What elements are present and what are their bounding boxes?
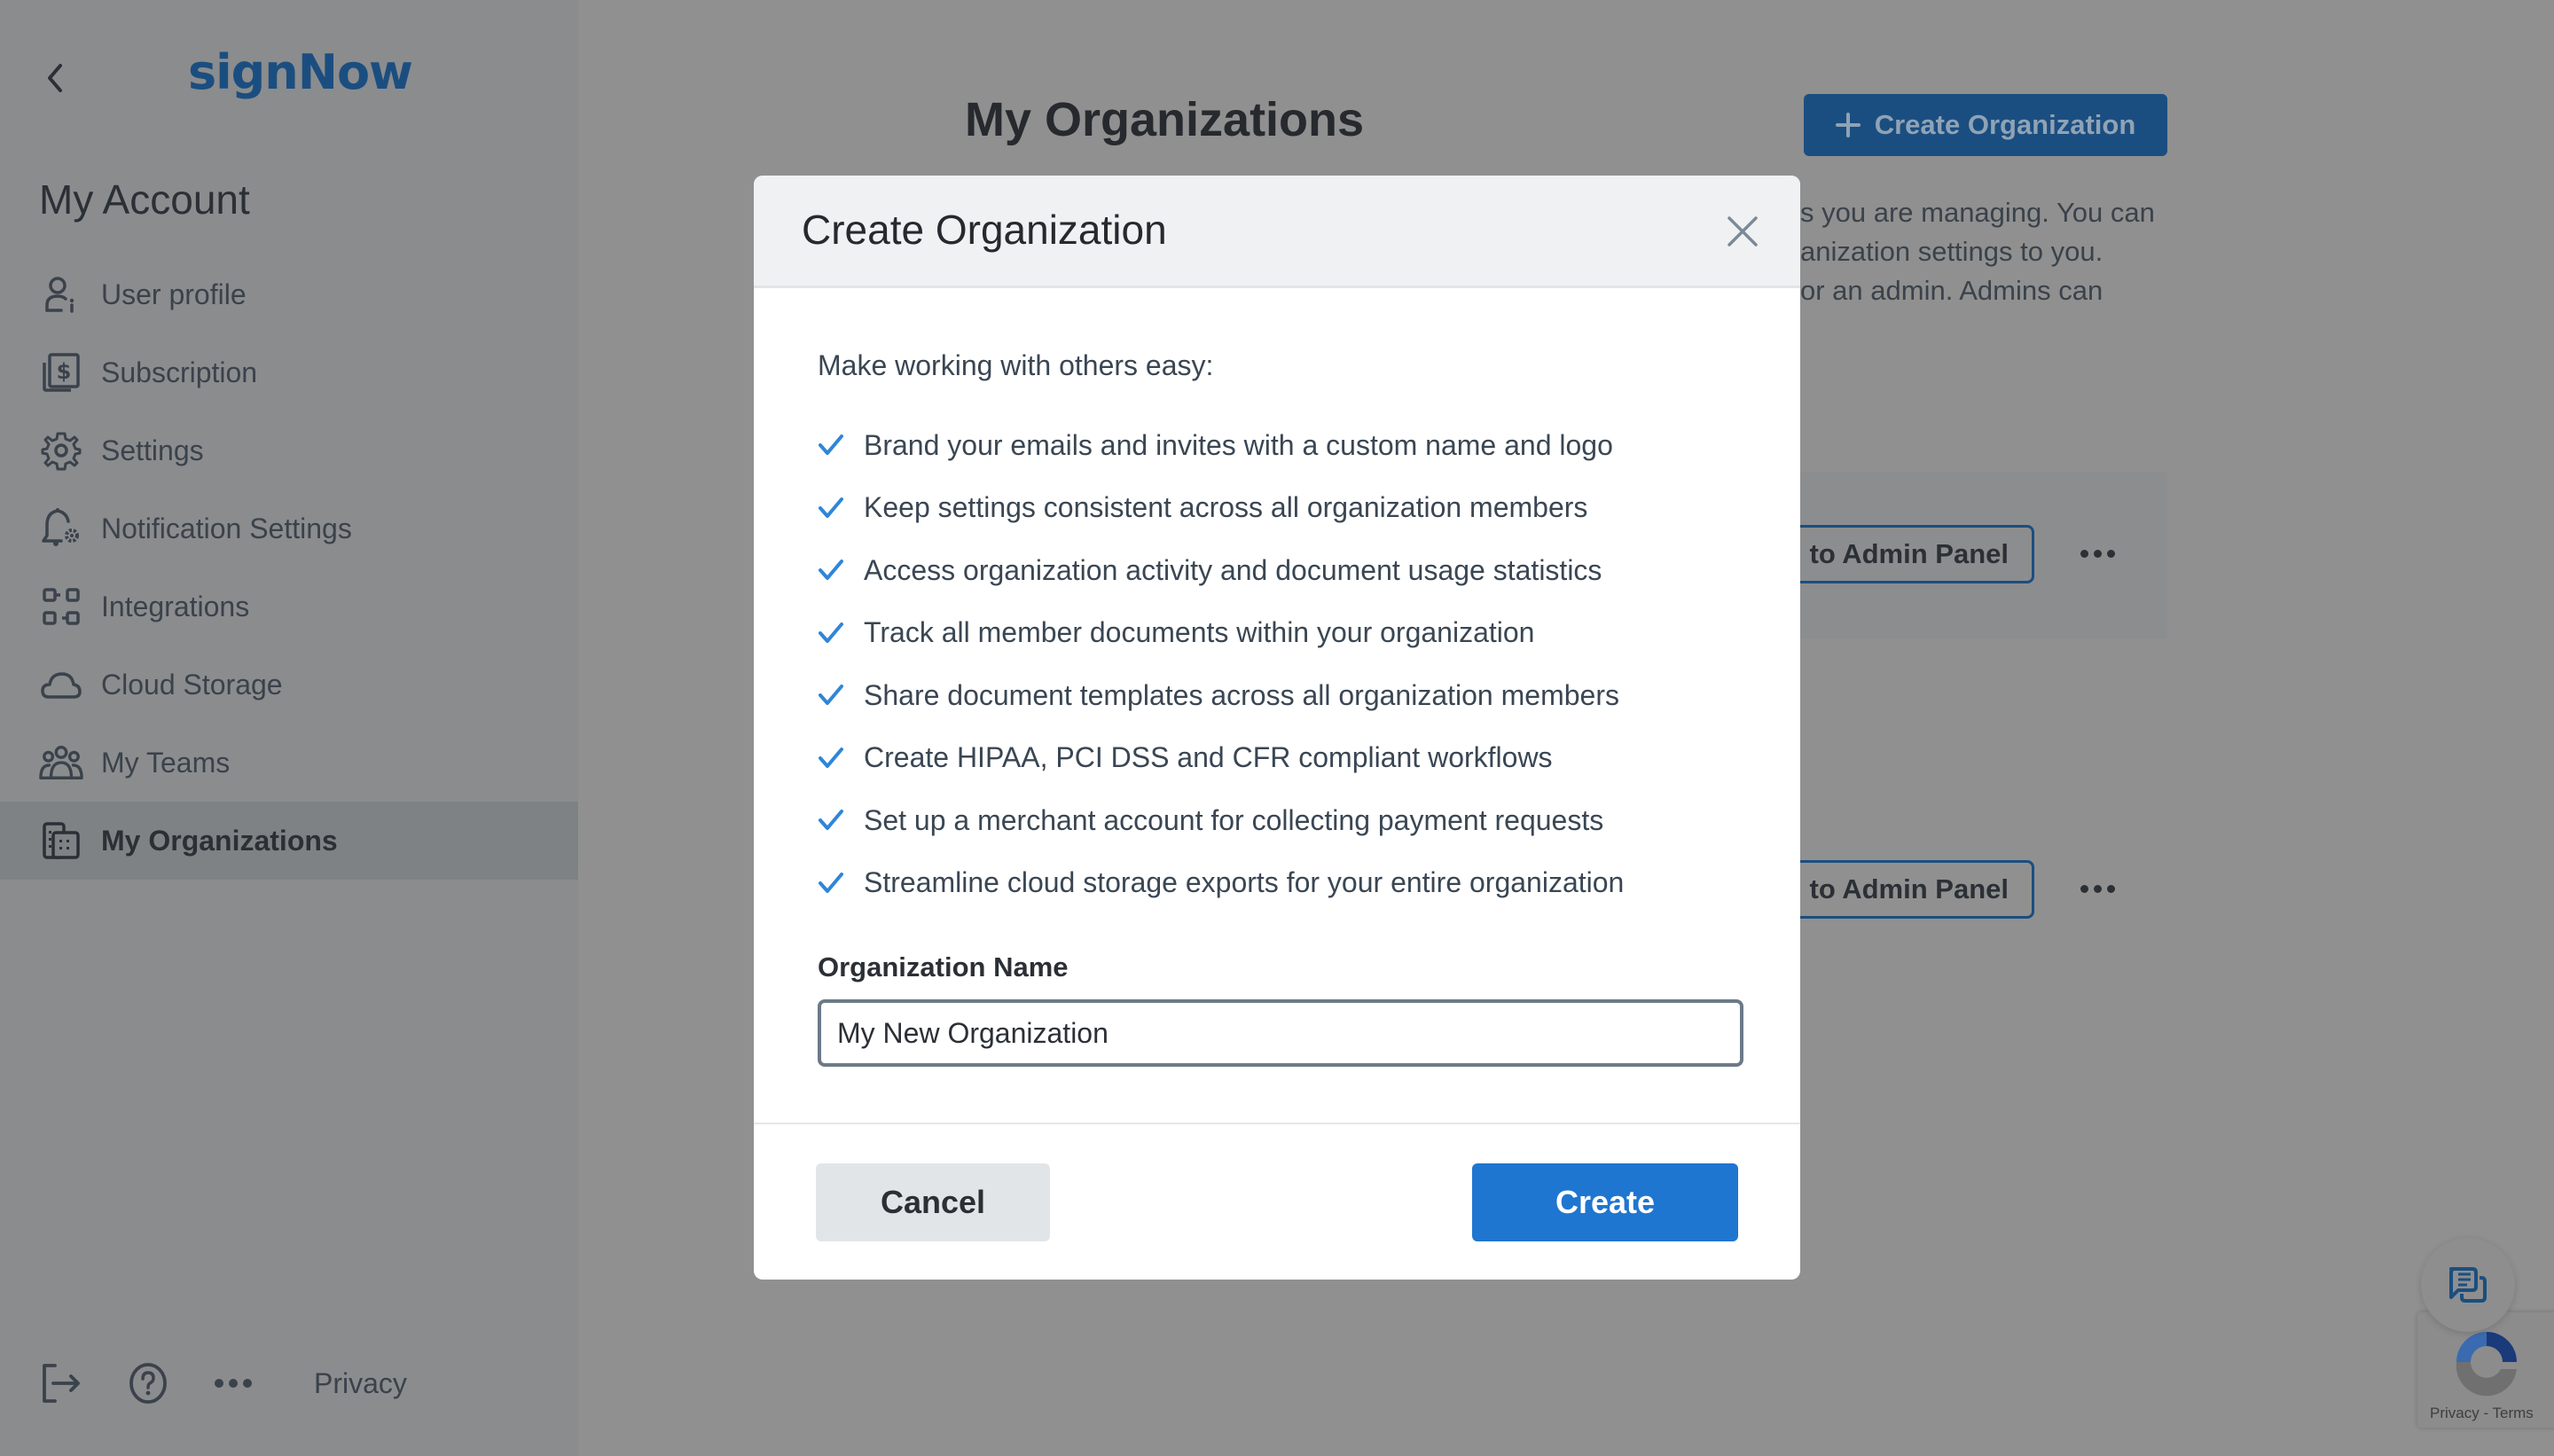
building-icon xyxy=(39,818,83,863)
sidebar-item-my-teams[interactable]: My Teams xyxy=(0,724,578,802)
benefit-text: Create HIPAA, PCI DSS and CFR compliant … xyxy=(864,741,1553,774)
sidebar-item-integrations[interactable]: Integrations xyxy=(0,568,578,646)
go-to-admin-panel-button[interactable]: to Admin Panel xyxy=(1774,860,2034,919)
chat-bubbles-icon xyxy=(2449,1267,2487,1303)
bell-gear-icon xyxy=(39,506,83,551)
benefit-item: Keep settings consistent across all orga… xyxy=(818,477,1740,540)
benefits-list: Brand your emails and invites with a cus… xyxy=(818,414,1740,914)
description-line: s you are managing. You can xyxy=(1800,197,2155,228)
modal-intro: Make working with others easy: xyxy=(818,349,1214,381)
sidebar-item-notification-settings[interactable]: Notification Settings xyxy=(0,489,578,568)
go-to-admin-panel-button[interactable]: to Admin Panel xyxy=(1774,525,2034,583)
benefit-text: Track all member documents within your o… xyxy=(864,616,1535,649)
organization-more-button[interactable] xyxy=(2075,536,2119,571)
sidebar-item-label: Integrations xyxy=(101,590,250,622)
check-icon xyxy=(818,555,848,585)
help-button[interactable] xyxy=(126,1361,170,1405)
organization-name-label: Organization Name xyxy=(818,951,1069,982)
section-title: My Account xyxy=(39,176,250,223)
check-icon xyxy=(818,618,848,648)
gear-icon xyxy=(39,428,83,473)
logout-icon xyxy=(43,1364,80,1403)
modal-header: Create Organization xyxy=(754,176,1800,288)
sidebar-item-label: Subscription xyxy=(101,356,258,388)
sidebar-item-label: My Organizations xyxy=(101,824,338,857)
recaptcha-links[interactable]: Privacy - Terms xyxy=(2430,1405,2534,1422)
more-dots-icon xyxy=(2080,549,2088,558)
check-icon xyxy=(818,493,848,523)
signnow-logo[interactable]: signNow xyxy=(188,44,413,100)
sidebar-footer: Privacy xyxy=(39,1357,407,1410)
more-dots-icon xyxy=(2080,884,2088,893)
benefit-item: Brand your emails and invites with a cus… xyxy=(818,414,1740,477)
check-icon xyxy=(818,430,848,460)
sidebar-item-label: Cloud Storage xyxy=(101,668,283,701)
modal-title: Create Organization xyxy=(802,207,1167,253)
logout-button[interactable] xyxy=(39,1361,83,1405)
benefit-item: Set up a merchant account for collecting… xyxy=(818,789,1740,852)
benefit-item: Streamline cloud storage exports for you… xyxy=(818,852,1740,915)
benefit-text: Keep settings consistent across all orga… xyxy=(864,491,1588,524)
sidebar-item-label: User profile xyxy=(101,278,247,310)
more-horizontal-icon xyxy=(215,1379,252,1388)
benefit-text: Access organization activity and documen… xyxy=(864,553,1602,586)
sidebar-item-user-profile[interactable]: User profile xyxy=(0,255,578,333)
organization-name-input[interactable] xyxy=(818,999,1743,1067)
privacy-link[interactable]: Privacy xyxy=(314,1367,407,1400)
more-options-button[interactable] xyxy=(211,1361,255,1405)
modal-footer: Cancel Create xyxy=(754,1123,1800,1280)
sidebar: signNow My Account User profile $ Subscr… xyxy=(0,0,578,1456)
page-title: My Organizations xyxy=(965,93,1365,146)
check-icon xyxy=(818,868,848,898)
help-circle-icon xyxy=(129,1363,167,1404)
benefit-text: Brand your emails and invites with a cus… xyxy=(864,428,1613,461)
benefit-item: Share document templates across all orga… xyxy=(818,664,1740,727)
back-button[interactable] xyxy=(39,59,71,98)
check-icon xyxy=(818,805,848,835)
benefit-item: Access organization activity and documen… xyxy=(818,539,1740,602)
sidebar-item-settings[interactable]: Settings xyxy=(0,411,578,489)
close-button[interactable] xyxy=(1720,209,1765,254)
benefit-text: Share document templates across all orga… xyxy=(864,678,1619,711)
user-info-icon xyxy=(39,272,83,317)
description-line: anization settings to you. xyxy=(1800,236,2104,267)
sidebar-item-label: Notification Settings xyxy=(101,512,352,544)
team-icon xyxy=(39,740,83,785)
sidebar-item-label: Settings xyxy=(101,434,204,466)
close-icon xyxy=(1727,216,1758,247)
create-button[interactable]: Create xyxy=(1472,1163,1738,1241)
billing-dollar-icon: $ xyxy=(39,350,83,395)
plus-icon xyxy=(1835,113,1861,137)
sidebar-item-my-organizations[interactable]: My Organizations xyxy=(0,802,578,880)
create-organization-label: Create Organization xyxy=(1874,109,2136,140)
organization-more-button[interactable] xyxy=(2075,871,2119,906)
integrations-icon xyxy=(39,584,83,629)
cancel-button[interactable]: Cancel xyxy=(816,1163,1050,1241)
sidebar-item-label: My Teams xyxy=(101,746,231,779)
benefit-text: Streamline cloud storage exports for you… xyxy=(864,866,1625,899)
cloud-icon xyxy=(39,662,83,707)
recaptcha-badge: Privacy - Terms xyxy=(2417,1312,2554,1428)
modal-body: Make working with others easy: Brand you… xyxy=(818,344,1743,1067)
svg-text:$: $ xyxy=(57,359,72,384)
chat-button[interactable] xyxy=(2421,1238,2515,1332)
benefit-item: Track all member documents within your o… xyxy=(818,602,1740,665)
create-organization-modal: Create Organization Make working with ot… xyxy=(754,176,1800,1280)
sidebar-item-subscription[interactable]: $ Subscription xyxy=(0,333,578,411)
create-organization-button[interactable]: Create Organization xyxy=(1804,94,2167,156)
check-icon xyxy=(818,680,848,710)
benefit-text: Set up a merchant account for collecting… xyxy=(864,803,1604,836)
benefit-item: Create HIPAA, PCI DSS and CFR compliant … xyxy=(818,727,1740,790)
page-description: s you are managing. You can anization se… xyxy=(1800,193,2173,310)
sidebar-item-cloud-storage[interactable]: Cloud Storage xyxy=(0,646,578,724)
recaptcha-icon xyxy=(2456,1332,2517,1397)
chevron-left-icon xyxy=(48,64,62,92)
account-nav: User profile $ Subscription Settings Not… xyxy=(0,255,578,880)
description-line: or an admin. Admins can xyxy=(1800,275,2104,306)
check-icon xyxy=(818,743,848,773)
